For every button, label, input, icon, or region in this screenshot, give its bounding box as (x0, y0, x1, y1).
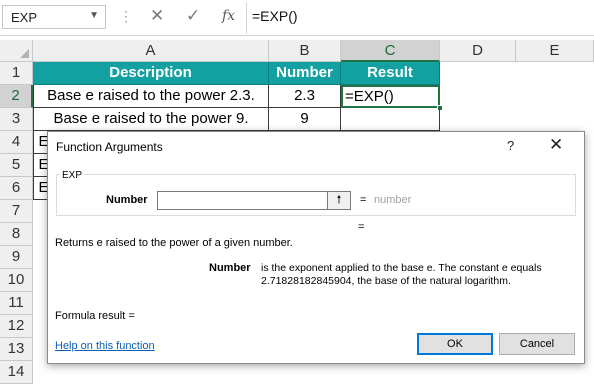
close-icon[interactable]: ✕ (549, 135, 563, 155)
cell-a3[interactable]: Base e raised to the power 9. (33, 108, 269, 131)
column-header-b[interactable]: B (269, 40, 341, 62)
help-on-function-link[interactable]: Help on this function (55, 340, 155, 352)
insert-function-icon[interactable]: fx (222, 8, 235, 24)
formula-result: Formula result = (55, 310, 135, 322)
arg-equals-sign: = (360, 194, 367, 206)
header-cell-result[interactable]: Result (341, 62, 440, 85)
help-icon[interactable]: ? (507, 138, 514, 153)
name-box-value: EXP (11, 10, 38, 25)
header-cell-number[interactable]: Number (269, 62, 341, 85)
number-arg-label: Number (106, 194, 148, 206)
ok-button[interactable]: OK (417, 333, 493, 355)
column-header-c[interactable]: C (341, 40, 440, 62)
cancel-button[interactable]: Cancel (499, 333, 575, 355)
select-all-triangle-icon (20, 49, 29, 58)
cell-b2[interactable]: 2.3 (269, 85, 341, 108)
row-header-7[interactable]: 7 (0, 200, 33, 223)
result-equals-sign: = (358, 221, 365, 233)
row-header-4[interactable]: 4 (0, 131, 33, 154)
row-header-12[interactable]: 12 (0, 315, 33, 338)
column-header-d[interactable]: D (440, 40, 516, 62)
collapse-dialog-icon[interactable]: 🠕 (327, 191, 351, 210)
enter-icon[interactable]: ✓ (186, 6, 200, 26)
arg-description-name: Number (209, 262, 251, 274)
row-header-5[interactable]: 5 (0, 154, 33, 177)
row-header-13[interactable]: 13 (0, 338, 33, 361)
dialog-title: Function Arguments (56, 140, 163, 154)
select-all-button[interactable] (0, 40, 33, 62)
header-cell-description[interactable]: Description (33, 62, 269, 85)
row-header-14[interactable]: 14 (0, 361, 33, 384)
formula-input[interactable]: =EXP() (252, 8, 298, 24)
function-name: EXP (60, 170, 85, 181)
row-header-6[interactable]: 6 (0, 177, 33, 200)
column-header-e[interactable]: E (516, 40, 594, 62)
formula-bar-divider (246, 2, 247, 34)
cell-c3[interactable] (341, 108, 440, 131)
row-header-11[interactable]: 11 (0, 292, 33, 315)
row-header-1[interactable]: 1 (0, 62, 33, 85)
row-header-10[interactable]: 10 (0, 269, 33, 292)
row-header-3[interactable]: 3 (0, 108, 33, 131)
arg-type-hint: number (374, 194, 412, 206)
cell-a2[interactable]: Base e raised to the power 2.3. (33, 85, 269, 108)
cell-b3[interactable]: 9 (269, 108, 341, 131)
cancel-icon[interactable]: ✕ (150, 6, 164, 26)
chevron-down-icon[interactable]: ▼ (89, 10, 99, 21)
name-box[interactable]: EXP ▼ (2, 5, 106, 29)
number-arg-input[interactable] (157, 191, 351, 210)
grip-icon: ⋮ (119, 8, 133, 24)
arg-description: is the exponent applied to the base e. T… (261, 262, 542, 287)
row-header-2[interactable]: 2 (0, 85, 33, 108)
row-header-8[interactable]: 8 (0, 223, 33, 246)
row-header-9[interactable]: 9 (0, 246, 33, 269)
cell-c2[interactable]: =EXP() (341, 85, 440, 108)
function-description: Returns e raised to the power of a given… (55, 237, 293, 249)
formula-bar: EXP ▼ ⋮ ✕ ✓ fx =EXP() (0, 0, 594, 36)
column-header-a[interactable]: A (33, 40, 269, 62)
function-arguments-dialog: Function Arguments ? ✕ EXP Number 🠕 = nu… (47, 131, 585, 364)
